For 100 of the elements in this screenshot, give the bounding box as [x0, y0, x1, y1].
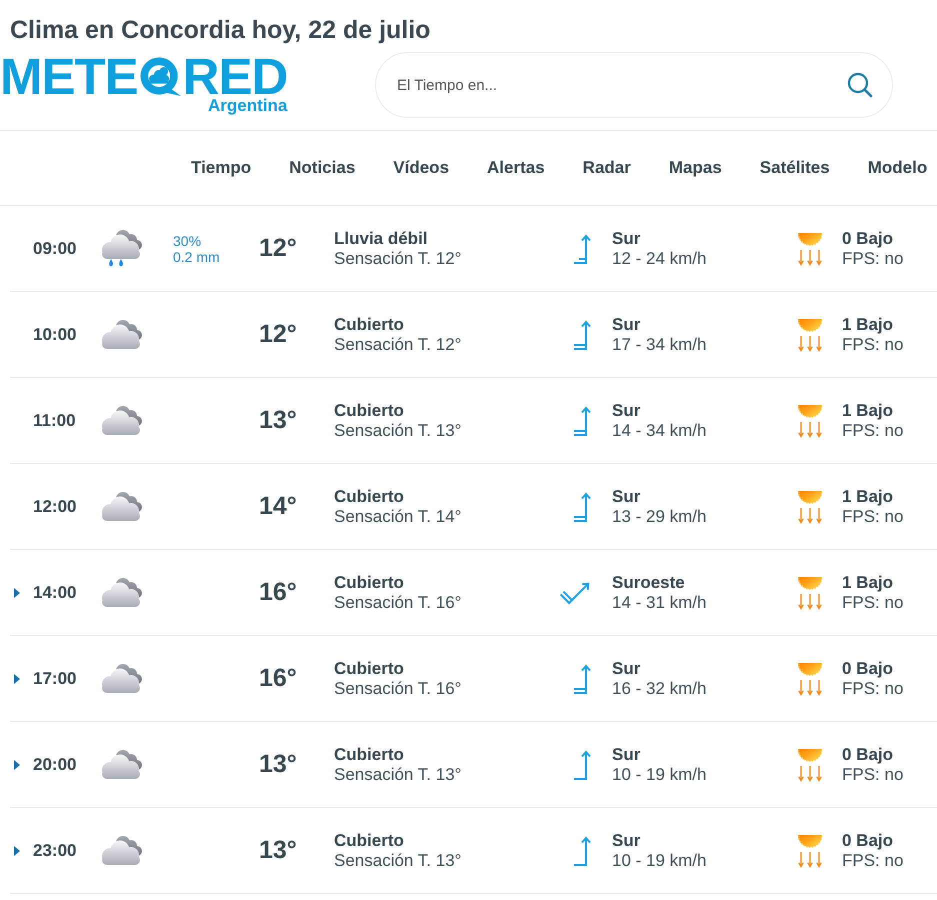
temperature-value: 13° — [259, 750, 297, 779]
feels-like-label: Sensación T. 16° — [334, 592, 462, 612]
temperature-value: 14° — [259, 492, 297, 521]
wind-speed-label: 12 - 24 km/h — [612, 248, 706, 268]
expand-caret-icon[interactable] — [14, 846, 20, 856]
search-icon[interactable] — [847, 72, 873, 98]
wind-speed-label: 10 - 19 km/h — [612, 764, 706, 784]
spf-label: FPS: no — [842, 506, 904, 526]
condition-label: Cubierto — [334, 744, 404, 764]
cloud-icon — [100, 749, 143, 780]
nav-link[interactable]: Noticias — [289, 158, 356, 178]
nav-link[interactable]: Modelo — [868, 158, 928, 178]
uv-sun-icon — [797, 834, 823, 868]
condition-label: Cubierto — [334, 572, 404, 592]
wind-speed-label: 17 - 34 km/h — [612, 334, 706, 354]
uv-index-label: 1 Bajo — [842, 400, 894, 420]
feels-like-label: Sensación T. 13° — [334, 764, 462, 784]
wind-arrow-icon — [574, 234, 592, 264]
temperature-value: 16° — [259, 664, 297, 693]
temperature-value: 12° — [259, 234, 297, 263]
spf-label: FPS: no — [842, 764, 904, 784]
wind-arrow-icon — [574, 836, 592, 866]
feels-like-label: Sensación T. 13° — [334, 420, 462, 440]
nav-link[interactable]: Mapas — [668, 158, 722, 178]
feels-like-label: Sensación T. 13° — [334, 850, 462, 870]
search-field[interactable]: El Tiempo en... — [375, 52, 893, 118]
temperature-value: 16° — [259, 578, 297, 607]
uv-index-label: 1 Bajo — [842, 314, 894, 334]
spf-label: FPS: no — [842, 850, 904, 870]
nav-link[interactable]: Vídeos — [393, 158, 450, 178]
wind-speed-label: 14 - 31 km/h — [612, 592, 706, 612]
spf-label: FPS: no — [842, 420, 904, 440]
wind-arrow-icon — [574, 750, 592, 780]
time-label: 17:00 — [33, 668, 76, 688]
condition-label: Cubierto — [334, 486, 404, 506]
wind-direction-label: Sur — [612, 830, 640, 850]
temperature-value: 13° — [259, 836, 297, 865]
wind-arrow-icon — [574, 664, 592, 694]
temperature-value: 12° — [259, 320, 297, 349]
condition-label: Cubierto — [334, 830, 404, 850]
uv-sun-icon — [797, 318, 823, 352]
logo-text: METE — [0, 55, 138, 99]
uv-sun-icon — [797, 748, 823, 782]
feels-like-label: Sensación T. 12° — [334, 334, 462, 354]
wind-direction-label: Suroeste — [612, 572, 685, 592]
time-label: 12:00 — [33, 496, 76, 516]
spf-label: FPS: no — [842, 248, 904, 268]
rain-chance-label: 30% — [173, 232, 202, 248]
nav-link[interactable]: Radar — [582, 158, 631, 178]
expand-caret-icon[interactable] — [14, 674, 20, 684]
feels-like-label: Sensación T. 12° — [334, 248, 462, 268]
wind-direction-label: Sur — [612, 744, 640, 764]
feels-like-label: Sensación T. 14° — [334, 506, 462, 526]
time-label: 14:00 — [33, 582, 76, 602]
time-label: 20:00 — [33, 754, 76, 774]
rain-amount-label: 0.2 mm — [173, 248, 220, 264]
time-label: 10:00 — [33, 324, 76, 344]
logo-region-label: Argentina — [208, 97, 288, 115]
spf-label: FPS: no — [842, 334, 904, 354]
page-title: Clima en Concordia hoy, 22 de julio — [9, 15, 430, 44]
uv-sun-icon — [797, 404, 823, 438]
logo-bubble-icon — [140, 57, 182, 97]
cloud-icon — [100, 405, 143, 436]
condition-label: Lluvia débil — [334, 228, 428, 248]
nav-link[interactable]: Tiempo — [191, 158, 252, 178]
wind-direction-label: Sur — [612, 486, 640, 506]
uv-sun-icon — [797, 490, 823, 524]
wind-speed-label: 14 - 34 km/h — [612, 420, 706, 440]
wind-speed-label: 13 - 29 km/h — [612, 506, 706, 526]
wind-speed-label: 16 - 32 km/h — [612, 678, 706, 698]
expand-caret-icon[interactable] — [14, 588, 20, 598]
wind-arrow-icon — [574, 406, 592, 436]
time-label: 23:00 — [33, 840, 76, 860]
wind-speed-label: 10 - 19 km/h — [612, 850, 706, 870]
expand-caret-icon[interactable] — [14, 760, 20, 770]
nav-link[interactable]: Alertas — [487, 158, 545, 178]
uv-sun-icon — [797, 662, 823, 696]
wind-direction-label: Sur — [612, 228, 640, 248]
condition-label: Cubierto — [334, 400, 404, 420]
wind-direction-label: Sur — [612, 658, 640, 678]
uv-sun-icon — [797, 576, 823, 610]
wind-arrow-icon — [574, 492, 592, 522]
rain-cloud-icon — [100, 229, 143, 268]
cloud-icon — [100, 577, 143, 608]
logo-text: RED — [182, 55, 288, 99]
condition-label: Cubierto — [334, 658, 404, 678]
uv-index-label: 0 Bajo — [842, 228, 894, 248]
nav-link[interactable]: Satélites — [760, 158, 830, 178]
wind-direction-label: Sur — [612, 314, 640, 334]
spf-label: FPS: no — [842, 678, 904, 698]
spf-label: FPS: no — [842, 592, 904, 612]
feels-like-label: Sensación T. 16° — [334, 678, 462, 698]
cloud-icon — [100, 319, 143, 350]
uv-index-label: 0 Bajo — [842, 658, 894, 678]
wind-arrow-icon — [574, 320, 592, 350]
cloud-icon — [100, 663, 143, 694]
time-label: 09:00 — [33, 238, 76, 258]
cloud-icon — [100, 491, 143, 522]
uv-index-label: 1 Bajo — [842, 486, 894, 506]
uv-sun-icon — [797, 232, 823, 266]
